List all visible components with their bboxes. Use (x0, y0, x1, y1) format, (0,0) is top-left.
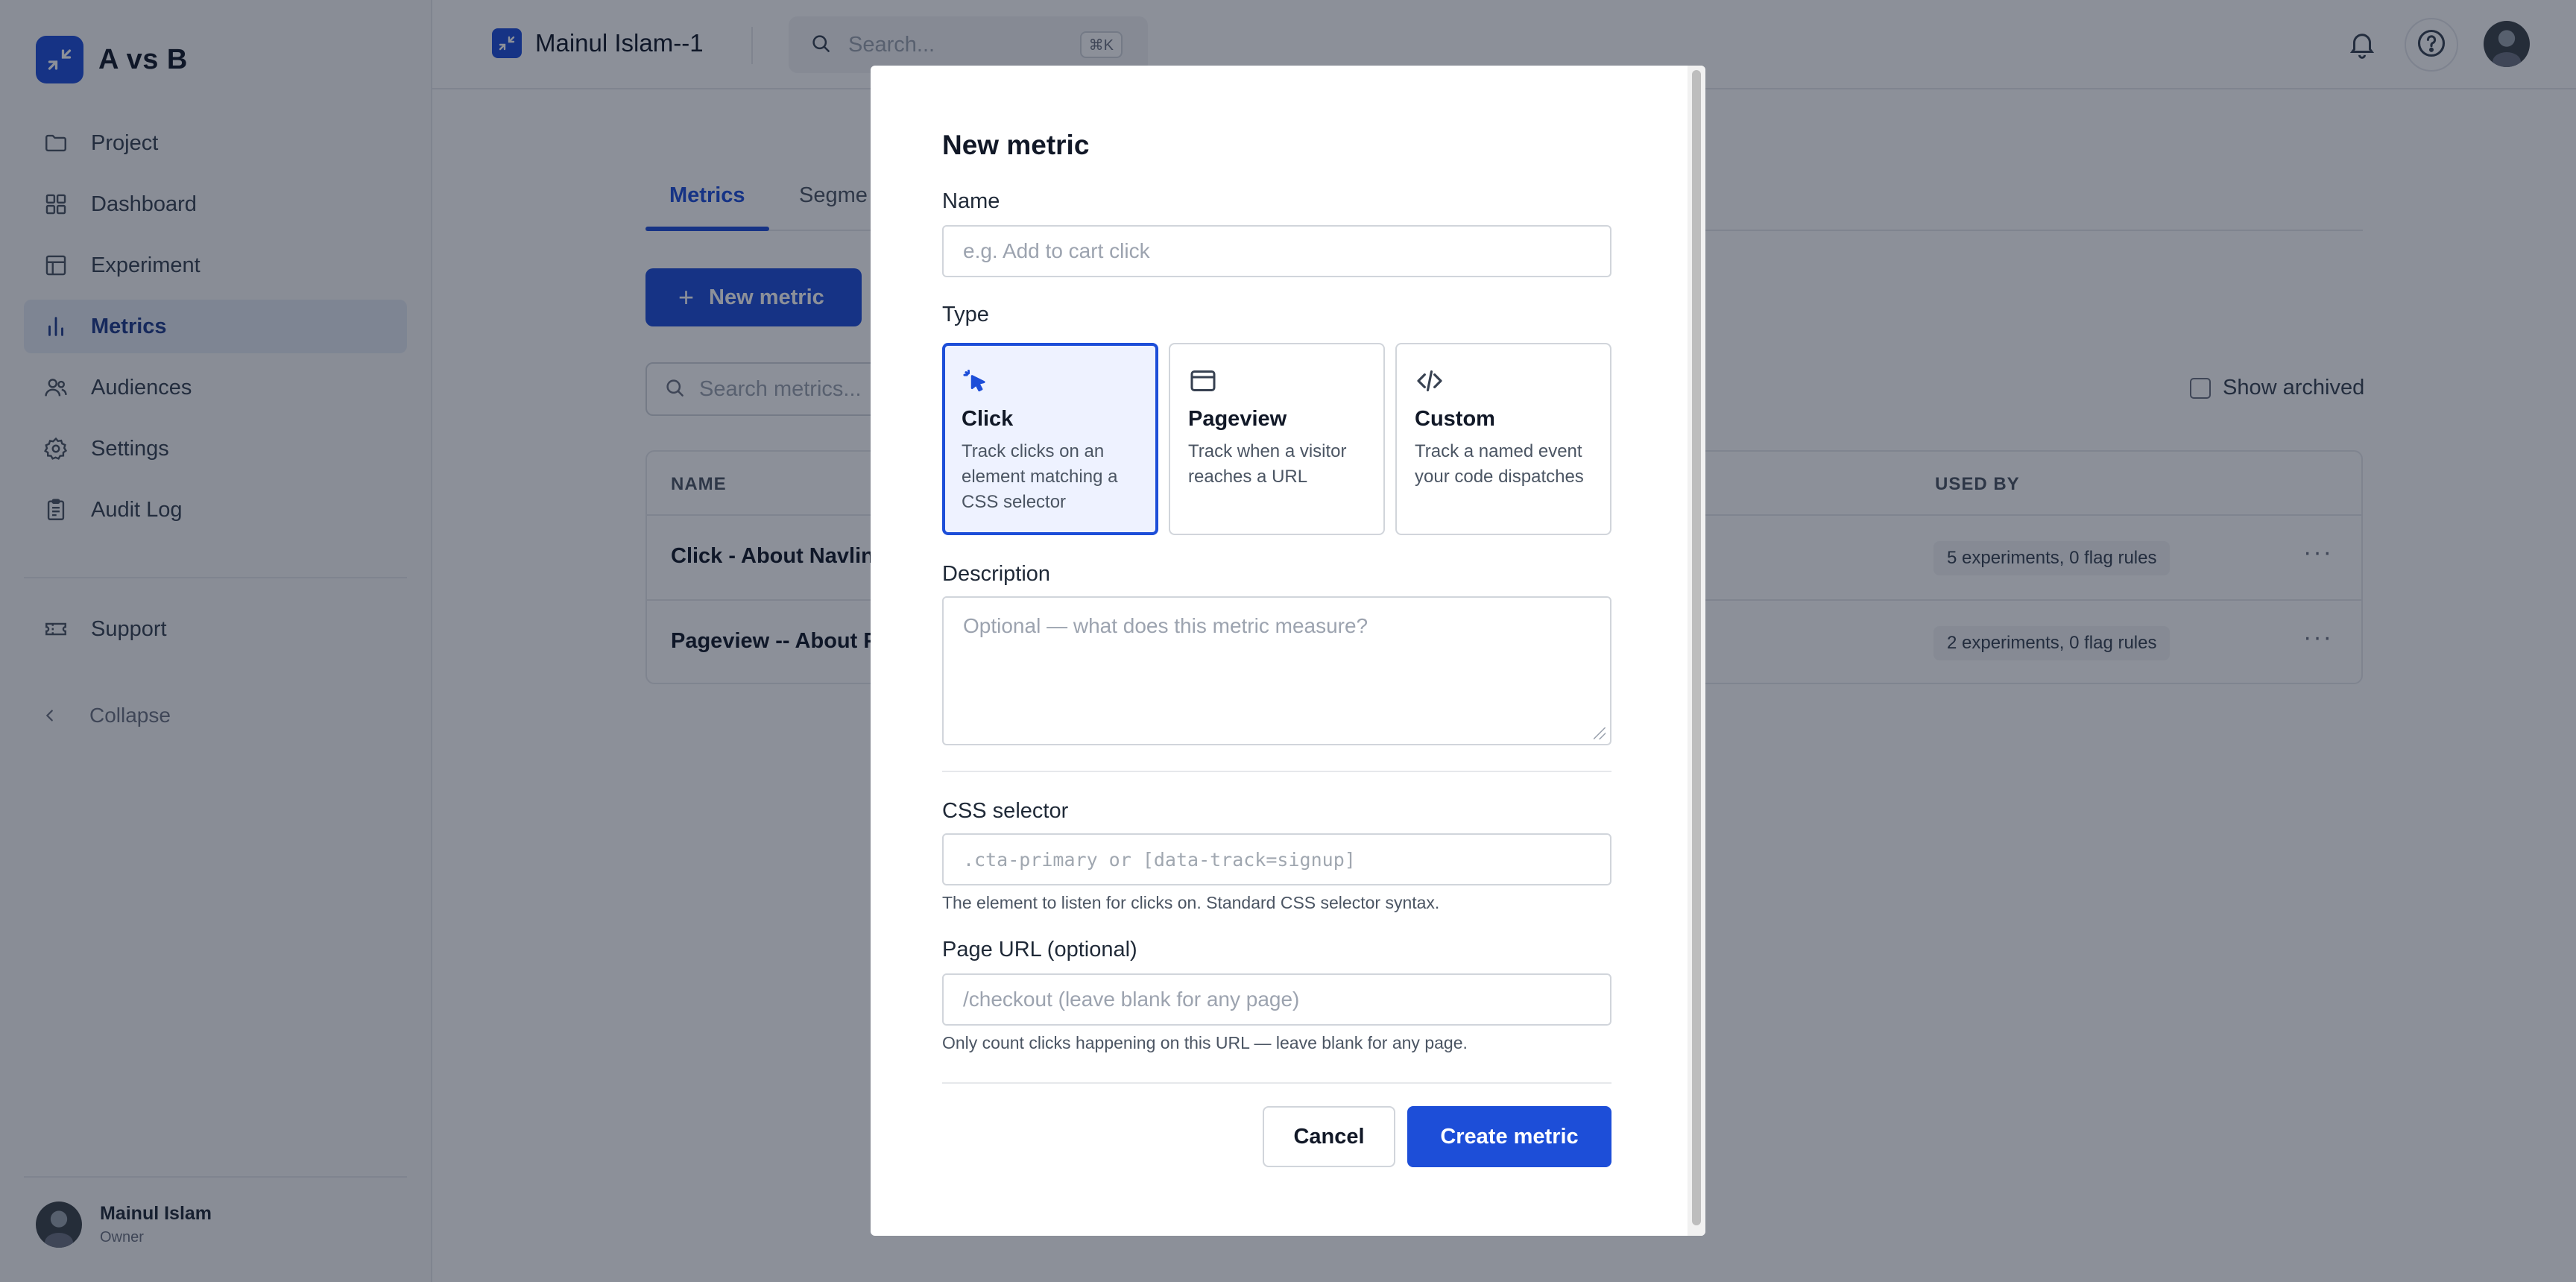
type-description: Track when a visitor reaches a URL (1188, 441, 1347, 487)
type-label: Type (942, 303, 989, 326)
type-option-click[interactable]: Click Track clicks on an element matchin… (942, 343, 1158, 535)
type-name: Pageview (1188, 407, 1287, 431)
footer-divider (942, 1082, 1611, 1084)
cursor-click-icon (962, 365, 1139, 397)
css-selector-label: CSS selector (942, 799, 1069, 823)
dialog-scrollbar[interactable] (1688, 66, 1705, 1236)
type-name: Click (962, 407, 1014, 431)
type-description: Track a named event your code dispatches (1415, 441, 1584, 487)
css-selector-help: The element to listen for clicks on. Sta… (942, 893, 1440, 912)
page-url-placeholder: /checkout (leave blank for any page) (963, 988, 1300, 1011)
scrollbar-thumb[interactable] (1692, 70, 1701, 1225)
cancel-button[interactable]: Cancel (1263, 1106, 1395, 1167)
resize-handle-icon[interactable] (1594, 727, 1606, 739)
page-url-help: Only count clicks happening on this URL … (942, 1033, 1468, 1052)
page-url-input[interactable]: /checkout (leave blank for any page) (942, 973, 1611, 1026)
browser-window-icon (1188, 365, 1366, 397)
type-name: Custom (1415, 407, 1495, 431)
name-input[interactable]: e.g. Add to cart click (942, 225, 1611, 277)
page-url-label: Page URL (optional) (942, 938, 1137, 962)
new-metric-dialog: New metric Name e.g. Add to cart click T… (871, 66, 1705, 1236)
description-textarea[interactable]: Optional — what does this metric measure… (942, 596, 1611, 745)
section-divider (942, 771, 1611, 772)
create-metric-button[interactable]: Create metric (1407, 1106, 1611, 1167)
description-placeholder: Optional — what does this metric measure… (963, 614, 1368, 637)
css-selector-placeholder: .cta-primary or [data-track=signup] (963, 848, 1356, 871)
name-placeholder: e.g. Add to cart click (963, 239, 1150, 262)
dialog-title: New metric (942, 130, 1090, 160)
description-label: Description (942, 562, 1051, 586)
css-selector-input[interactable]: .cta-primary or [data-track=signup] (942, 833, 1611, 885)
type-option-pageview[interactable]: Pageview Track when a visitor reaches a … (1169, 343, 1385, 535)
type-description: Track clicks on an element matching a CS… (962, 441, 1118, 512)
type-option-custom[interactable]: Custom Track a named event your code dis… (1395, 343, 1611, 535)
code-icon (1415, 365, 1592, 397)
name-label: Name (942, 189, 1000, 213)
